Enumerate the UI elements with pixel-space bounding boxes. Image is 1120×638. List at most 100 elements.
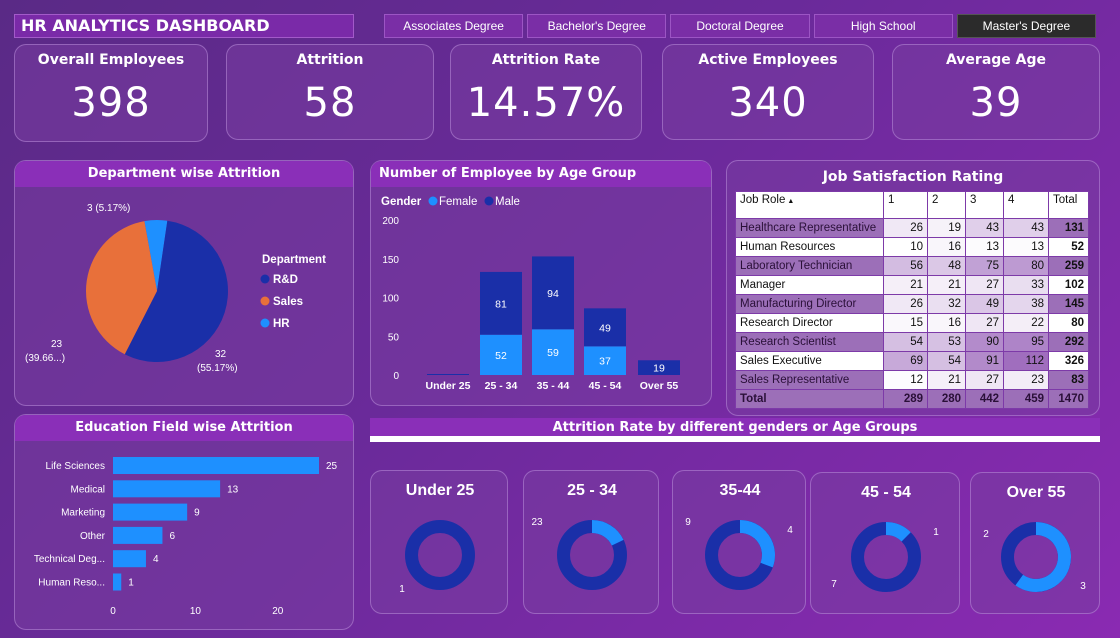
- donut-45-54: 45 - 54 7 1: [831, 484, 939, 592]
- donut-25-34: 25 - 34 23: [531, 482, 627, 590]
- edu-value-label: 9: [194, 508, 200, 519]
- edu-value-label: 13: [227, 484, 239, 495]
- table-cell-value: 95: [1003, 332, 1049, 352]
- kpi-attrition-rate-label: Attrition Rate: [491, 52, 601, 68]
- donut-segment-under-25-main[interactable]: [405, 520, 475, 590]
- table-row[interactable]: Healthcare Representative 26 19 43 43 131: [735, 218, 1089, 238]
- slicer-masters-degree[interactable]: Master's Degree: [956, 14, 1097, 38]
- table-cell-value: 131: [1048, 218, 1089, 238]
- donut-label-25-34-main: 23: [531, 517, 543, 528]
- table-cell-value: 27: [965, 370, 1004, 390]
- table-header-1[interactable]: 1: [883, 191, 928, 219]
- department-attrition-panel: Department wise Attrition 32 (55.17%) 23 (3…: [14, 160, 354, 406]
- table-row[interactable]: Human Resources 10 16 13 13 52: [735, 237, 1089, 257]
- edu-value-label: 1: [128, 578, 134, 589]
- age-bar-under-25-male[interactable]: [427, 374, 469, 375]
- table-cell-role: Research Scientist: [735, 332, 884, 352]
- table-row[interactable]: Sales Representative 12 21 27 23 83: [735, 370, 1089, 390]
- pie-data-label-r-d: (55.17%): [197, 363, 238, 374]
- table-row[interactable]: Manager 21 21 27 33 102: [735, 275, 1089, 295]
- age-legend-label-male[interactable]: Male: [495, 196, 520, 208]
- edu-value-label: 6: [169, 531, 175, 542]
- attrition-rate-groups-title: Attrition Rate by different genders or A…: [370, 418, 1100, 442]
- table-total-cell: 1470: [1048, 389, 1089, 409]
- slicer-high-school[interactable]: High School: [813, 14, 953, 38]
- edu-bar-life-sciences[interactable]: [113, 457, 319, 474]
- edu-value-label: 4: [153, 554, 159, 565]
- table-cell-role: Sales Executive: [735, 351, 884, 371]
- edu-bar-technical-deg[interactable]: [113, 550, 146, 568]
- job-satisfaction-title: Job Satisfaction Rating: [822, 169, 1004, 185]
- age-ytick-label: 150: [382, 255, 399, 266]
- table-cell-value: 75: [965, 256, 1004, 276]
- age-legend-title: Gender: [381, 196, 422, 208]
- donut-title-under-25: Under 25: [406, 482, 475, 499]
- pie-legend-marker-sales: [260, 296, 270, 306]
- table-header-2[interactable]: 2: [927, 191, 966, 219]
- donut-segment-25-34-secondary[interactable]: [591, 520, 624, 546]
- table-cell-value: 54: [927, 351, 966, 371]
- kpi-attrition-value: 58: [303, 80, 357, 126]
- table-cell-role: Research Director: [735, 313, 884, 333]
- table-cell-role: Manufacturing Director: [735, 294, 884, 314]
- donut-segment-35-44-secondary[interactable]: [739, 520, 775, 568]
- table-row[interactable]: Sales Executive 69 54 91 112 326: [735, 351, 1089, 371]
- slicer-bachelors-degree[interactable]: Bachelor's Degree: [527, 14, 667, 38]
- age-ytick-label: 100: [382, 294, 399, 305]
- age-legend-label-female[interactable]: Female: [439, 196, 477, 208]
- edu-xtick-label: 0: [110, 606, 116, 617]
- pie-legend-label-sales[interactable]: Sales: [273, 296, 303, 308]
- sort-asc-icon[interactable]: ▲: [785, 198, 794, 205]
- table-cell-value: 13: [965, 237, 1004, 257]
- donut-35-44: 35-44 9 4: [685, 482, 793, 590]
- donut-segment-45-54-secondary[interactable]: [885, 522, 911, 542]
- table-header-3[interactable]: 3: [965, 191, 1004, 219]
- donut-title-over-55: Over 55: [1007, 484, 1066, 501]
- edu-xtick-label: 20: [272, 606, 284, 617]
- age-category-label: Under 25: [426, 380, 471, 392]
- slicer-doctoral-degree[interactable]: Doctoral Degree: [670, 14, 810, 38]
- pie-legend-label-r-d[interactable]: R&D: [273, 274, 298, 286]
- age-category-label: 25 - 34: [485, 380, 518, 392]
- kpi-overall-employees-value: 398: [71, 80, 151, 126]
- edu-bar-other[interactable]: [113, 526, 163, 544]
- table-total-cell: 442: [965, 389, 1004, 409]
- table-cell-value: 80: [1048, 313, 1089, 333]
- age-bar-value-label: 59: [547, 347, 559, 359]
- kpi-active-employees-label: Active Employees: [698, 52, 838, 68]
- donut-segment-45-54-main[interactable]: [851, 522, 921, 592]
- kpi-attrition-label: Attrition: [296, 52, 364, 68]
- pie-legend-label-hr[interactable]: HR: [273, 318, 290, 330]
- donut-under-25: Under 25 1: [399, 482, 475, 595]
- table-header-job-role[interactable]: Job Role ▲: [735, 191, 884, 219]
- edu-bar-medical[interactable]: [113, 480, 221, 498]
- table-row[interactable]: Research Scientist 54 53 90 95 292: [735, 332, 1089, 352]
- donut-title-35-44: 35-44: [720, 482, 761, 499]
- table-cell-value: 19: [927, 218, 966, 238]
- slicer-associates-degree[interactable]: Associates Degree: [384, 14, 524, 38]
- age-legend-marker-female: [428, 196, 438, 206]
- table-header-4[interactable]: 4: [1003, 191, 1049, 219]
- pie-data-label-sales: 23: [51, 339, 63, 350]
- table-header-total[interactable]: Total: [1048, 191, 1089, 219]
- table-cell-value: 16: [927, 237, 966, 257]
- job-satisfaction-panel: Job Satisfaction Rating Job Role ▲ 1 2 3 4 To…: [726, 160, 1100, 416]
- table-row[interactable]: Research Director 15 16 27 22 80: [735, 313, 1089, 333]
- table-row[interactable]: Laboratory Technician 56 48 75 80 259: [735, 256, 1089, 276]
- donut-label-35-44-secondary: 4: [787, 525, 793, 536]
- edu-bar-marketing[interactable]: [113, 503, 188, 521]
- table-header-row: Job Role ▲ 1 2 3 4 Total: [735, 191, 1089, 219]
- donut-title-25-34: 25 - 34: [567, 482, 617, 499]
- age-category-label: 35 - 44: [537, 380, 570, 392]
- donut-card-under-25: Under 25 1: [370, 470, 508, 614]
- donut-title-45-54: 45 - 54: [861, 484, 911, 501]
- age-bar-value-label: 52: [495, 350, 507, 362]
- table-cell-value: 21: [883, 275, 928, 295]
- edu-category-label: Medical: [71, 484, 105, 495]
- table-row[interactable]: Manufacturing Director 26 32 49 38 145: [735, 294, 1089, 314]
- table-cell-value: 33: [1003, 275, 1049, 295]
- edu-bar-human-reso[interactable]: [113, 573, 122, 591]
- age-group-panel: Number of Employee by Age Group Gender Fe…: [370, 160, 712, 406]
- table-cell-value: 12: [883, 370, 928, 390]
- donut-card-35-44: 35-44 9 4: [672, 470, 806, 614]
